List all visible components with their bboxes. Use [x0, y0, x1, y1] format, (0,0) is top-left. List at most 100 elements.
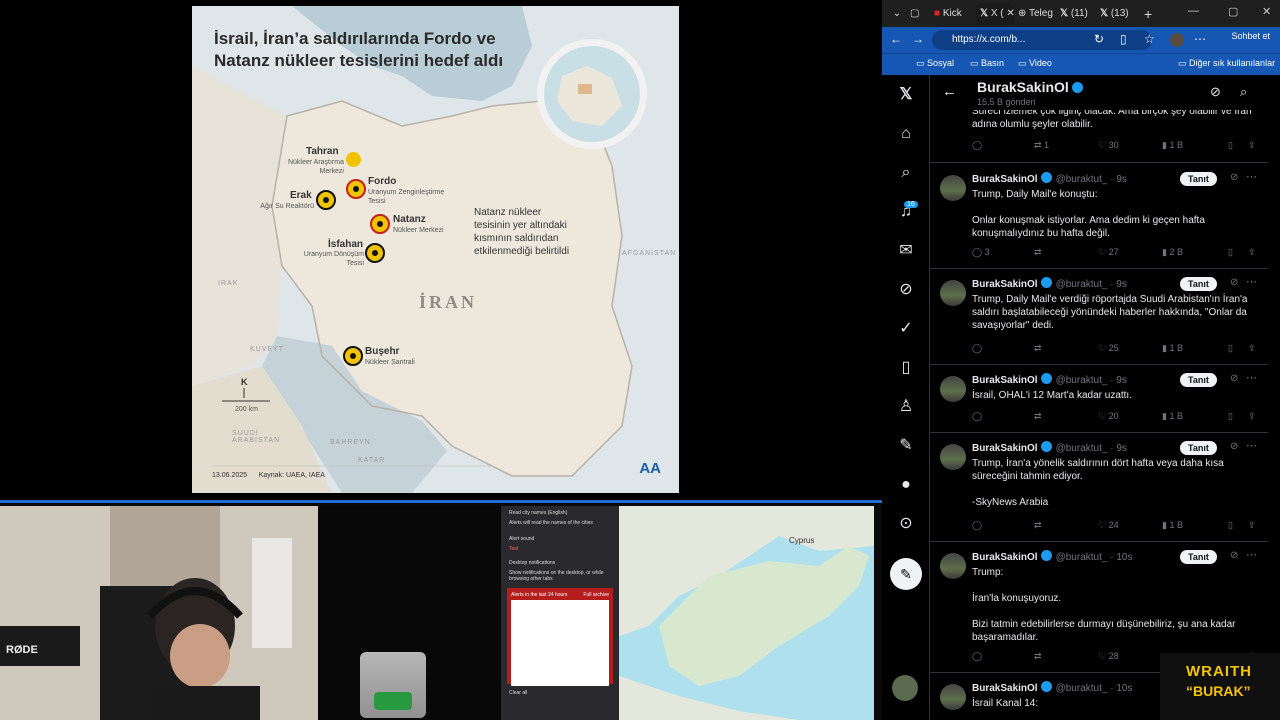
repost-button[interactable]: ⇄ [1034, 411, 1042, 422]
tweet-author[interactable]: BurakSakinOl [972, 552, 1038, 563]
promote-button[interactable]: Tanıt [1180, 373, 1217, 387]
minimize-button[interactable]: — [1188, 5, 1199, 17]
cyprus-map[interactable]: Cyprus [619, 506, 874, 720]
reply-button[interactable]: ◯ [972, 343, 982, 354]
tweet[interactable]: BurakSakinOl @buraktut_ · 9s Tanıt ⊘ ⋯ Trump,… [930, 164, 1268, 269]
more-menu-icon[interactable]: ⊙ [896, 514, 916, 534]
favorites-icon[interactable]: ☆ [1144, 32, 1155, 46]
like-button[interactable]: ♡ 30 [1098, 140, 1119, 151]
search-icon[interactable]: ⌕ [896, 163, 916, 183]
tweet-avatar[interactable] [940, 684, 966, 710]
tweet-more-icon[interactable]: ⋯ [1246, 275, 1257, 288]
bookmark-icon[interactable]: ▯ [1228, 247, 1233, 258]
profile-icon[interactable]: ● [896, 475, 916, 495]
profile-avatar[interactable] [1170, 33, 1184, 47]
bookmark-icon[interactable]: ▯ [1228, 520, 1233, 531]
drafts-icon[interactable]: ✎ [896, 436, 916, 456]
premium-icon[interactable]: ✓ [896, 319, 916, 339]
repost-button[interactable]: ⇄ [1034, 343, 1042, 354]
messages-icon[interactable]: ✉ [896, 241, 916, 261]
tweet-more-icon[interactable]: ⋯ [1246, 548, 1257, 561]
bookmark-icon[interactable]: ▯ [1228, 140, 1233, 151]
tweet-author[interactable]: BurakSakinOl [972, 174, 1038, 185]
like-button[interactable]: ♡ 24 [1098, 520, 1119, 531]
tweet[interactable]: BurakSakinOl @buraktut_ · 9s Tanıt ⊘ ⋯ Trump,… [930, 269, 1268, 365]
tweet-handle-time[interactable]: @buraktut_ · 9s [1056, 279, 1127, 290]
chat-button[interactable]: Sohbet et [1231, 31, 1270, 41]
other-favorites[interactable]: ▭ Diğer sık kullanılanlar [1178, 58, 1275, 69]
like-button[interactable]: ♡ 27 [1098, 247, 1119, 258]
share-icon[interactable]: ⇪ [1248, 520, 1256, 531]
promote-button[interactable]: Tanıt [1180, 172, 1217, 186]
bookmark-icon[interactable]: ▯ [1228, 411, 1233, 422]
tab-close-icon[interactable]: ✕ [1006, 8, 1014, 19]
back-arrow-icon[interactable]: ← [942, 83, 957, 100]
views-button[interactable]: ▮ 1 B [1162, 343, 1183, 354]
reply-button[interactable]: ◯ [972, 520, 982, 531]
like-button[interactable]: ♡ 20 [1098, 411, 1119, 422]
bookmarks-icon[interactable]: ▯ [896, 358, 916, 378]
split-icon[interactable]: ▯ [1120, 32, 1127, 46]
profile-search-icon[interactable]: ⌕ [1240, 84, 1247, 100]
refresh-icon[interactable]: ↻ [1094, 32, 1104, 46]
views-button[interactable]: ▮ 1 B [1162, 520, 1183, 531]
tab-list-icon[interactable]: ⌄ [888, 3, 906, 25]
close-window-button[interactable]: ✕ [1262, 5, 1271, 18]
share-icon[interactable]: ⇪ [1248, 140, 1256, 151]
account-avatar[interactable] [892, 675, 918, 701]
repost-button[interactable]: ⇄ 1 [1034, 140, 1049, 151]
repost-button[interactable]: ⇄ [1034, 247, 1042, 258]
tweet-handle-time[interactable]: @buraktut_ · 10s [1056, 552, 1133, 563]
fav-basin[interactable]: ▭ Basın [970, 58, 1004, 69]
repost-button[interactable]: ⇄ [1034, 651, 1042, 662]
tweet-avatar[interactable] [940, 280, 966, 306]
grok-explain-icon[interactable]: ⊘ [1230, 277, 1238, 288]
tab-x-active[interactable]: 𝕏 X ( ✕ [976, 3, 1014, 25]
home-icon[interactable]: ⌂ [896, 124, 916, 144]
reply-button[interactable]: ◯ [972, 411, 982, 422]
tweet-more-icon[interactable]: ⋯ [1246, 371, 1257, 384]
jobs-icon[interactable]: ♙ [896, 397, 916, 417]
reply-button[interactable]: ◯ 3 [972, 247, 990, 258]
grok-explain-icon[interactable]: ⊘ [1230, 441, 1238, 452]
grok-summary-icon[interactable]: ⊘ [1210, 84, 1221, 100]
share-icon[interactable]: ⇪ [1248, 343, 1256, 354]
tweet-more-icon[interactable]: ⋯ [1246, 170, 1257, 183]
reply-button[interactable]: ◯ [972, 651, 982, 662]
share-icon[interactable]: ⇪ [1248, 411, 1256, 422]
like-button[interactable]: ♡ 28 [1098, 651, 1119, 662]
full-archive-link[interactable]: Full archive [583, 592, 609, 598]
tweet-handle-time[interactable]: @buraktut_ · 9s [1056, 174, 1127, 185]
tweet-avatar[interactable] [940, 376, 966, 402]
tab-x-13[interactable]: 𝕏 (13) [1100, 3, 1140, 25]
alert-sound-label[interactable]: Alert sound [501, 534, 619, 544]
promote-button[interactable]: Tanıt [1180, 277, 1217, 291]
url-field[interactable]: https://x.com/b... [932, 30, 1152, 50]
new-tab-button[interactable]: + [1144, 3, 1158, 25]
promote-button[interactable]: Tanıt [1180, 441, 1217, 455]
tab-telegram[interactable]: ⊕ Teleg [1018, 3, 1058, 25]
compose-post-button[interactable]: ✎ [890, 558, 922, 590]
views-button[interactable]: ▮ 1 B [1162, 411, 1183, 422]
repost-button[interactable]: ⇄ [1034, 520, 1042, 531]
views-button[interactable]: ▮ 1 B [1162, 140, 1183, 151]
fav-video[interactable]: ▭ Video [1018, 58, 1052, 69]
like-button[interactable]: ♡ 25 [1098, 343, 1119, 354]
promote-button[interactable]: Tanıt [1180, 550, 1217, 564]
back-icon[interactable]: ← [890, 32, 902, 46]
tweet-handle-time[interactable]: @buraktut_ · 9s [1056, 375, 1127, 386]
tweet-avatar[interactable] [940, 553, 966, 579]
x-home-logo-icon[interactable]: 𝕏 [896, 85, 916, 105]
tweet-author[interactable]: BurakSakinOl [972, 683, 1038, 694]
fav-sosyal[interactable]: ▭ Sosyal [916, 58, 954, 69]
views-button[interactable]: ▮ 2 B [1162, 247, 1183, 258]
bookmark-icon[interactable]: ▯ [1228, 343, 1233, 354]
grok-icon[interactable]: ⊘ [896, 280, 916, 300]
test-button[interactable]: Test [501, 544, 619, 554]
tweet-handle-time[interactable]: @buraktut_ · 10s [1056, 683, 1133, 694]
tweet-handle-time[interactable]: @buraktut_ · 9s [1056, 443, 1127, 454]
maximize-button[interactable]: ▢ [1228, 5, 1238, 18]
tweet-avatar[interactable] [940, 444, 966, 470]
tweet-author[interactable]: BurakSakinOl [972, 375, 1038, 386]
desktop-notif-label[interactable]: Desktop notifications [501, 558, 619, 568]
